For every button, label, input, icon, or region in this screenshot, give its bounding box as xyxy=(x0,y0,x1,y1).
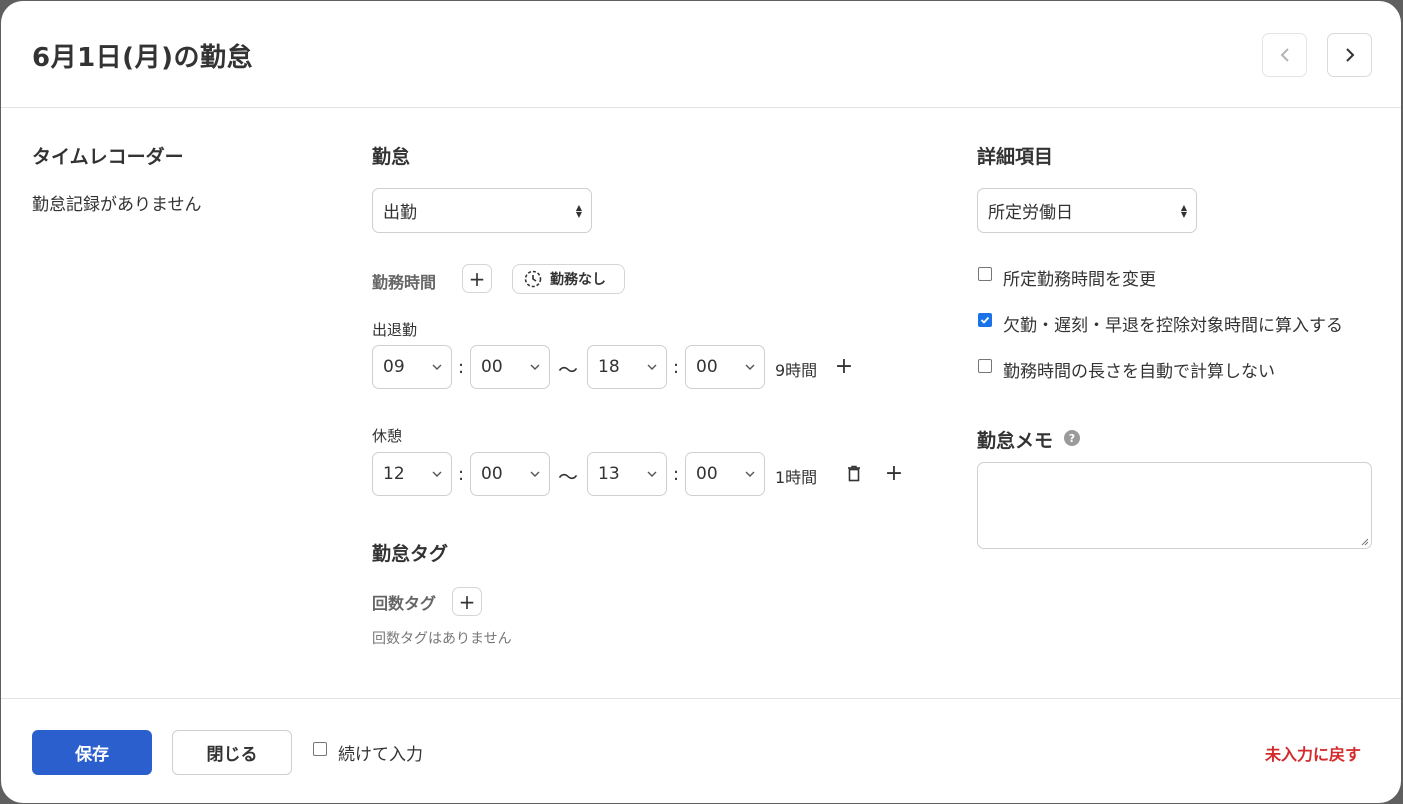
trash-icon xyxy=(848,465,860,482)
attendance-type-select[interactable]: 出勤 ▲ ▼ xyxy=(372,188,592,233)
plus-icon: + xyxy=(884,461,904,486)
no-auto-calc-label: 勤務時間の長さを自動で計算しない xyxy=(1003,362,1275,382)
memo-textarea[interactable] xyxy=(977,462,1372,549)
prev-day-button[interactable] xyxy=(1262,33,1307,77)
work-duration: 9時間 xyxy=(775,361,818,380)
range-tilde: ～ xyxy=(558,358,578,382)
modal-header: 6月1日(月)の勤怠 xyxy=(1,1,1401,108)
page-title: 6月1日(月)の勤怠 xyxy=(32,43,253,73)
chevron-down-icon xyxy=(530,364,540,370)
chevron-down-icon xyxy=(647,471,657,477)
time-colon: : xyxy=(458,464,465,485)
select-arrows-icon: ▲ ▼ xyxy=(1180,202,1187,219)
day-type-select[interactable]: 所定労働日 ▲ ▼ xyxy=(977,188,1197,233)
question-circle-icon[interactable]: ? xyxy=(1064,430,1080,446)
next-day-button[interactable] xyxy=(1327,33,1372,77)
resize-handle-icon[interactable] xyxy=(1359,536,1369,546)
timerecorder-empty-text: 勤怠記録がありません xyxy=(32,195,202,215)
break-start-minute-select[interactable]: 00 xyxy=(470,452,550,496)
break-label: 休憩 xyxy=(372,427,403,445)
clock-in-minute-value: 00 xyxy=(481,357,503,377)
chevron-left-icon xyxy=(1280,48,1289,62)
add-work-time-button[interactable]: + xyxy=(462,264,492,293)
add-break-button[interactable]: + xyxy=(834,354,854,379)
chevron-down-icon xyxy=(432,364,442,370)
clock-out-hour-value: 18 xyxy=(598,357,620,377)
no-work-button[interactable]: 勤務なし xyxy=(512,264,625,294)
break-end-hour-select[interactable]: 13 xyxy=(587,452,667,496)
chevron-down-icon xyxy=(745,471,755,477)
select-arrows-icon: ▲ ▼ xyxy=(575,202,582,219)
break-duration: 1時間 xyxy=(775,468,818,487)
no-work-label: 勤務なし xyxy=(550,272,606,288)
count-tag-empty-text: 回数タグはありません xyxy=(372,631,512,647)
add-count-tag-button[interactable]: + xyxy=(452,587,482,616)
checkmark-icon xyxy=(980,316,990,324)
modal-footer: 保存 閉じる 続けて入力 未入力に戻す xyxy=(1,698,1401,803)
chevron-down-icon xyxy=(432,471,442,477)
plus-icon: + xyxy=(468,266,486,291)
clock-in-out-label: 出退勤 xyxy=(372,321,418,339)
save-button[interactable]: 保存 xyxy=(32,730,152,775)
memo-title: 勤怠メモ xyxy=(977,430,1054,452)
day-type-value: 所定労働日 xyxy=(988,203,1073,223)
time-colon: : xyxy=(673,464,680,485)
break-start-hour-select[interactable]: 12 xyxy=(372,452,452,496)
clock-out-minute-value: 00 xyxy=(696,357,718,377)
clock-in-hour-value: 09 xyxy=(383,357,405,377)
plus-icon: + xyxy=(834,354,854,379)
no-auto-calc-checkbox[interactable] xyxy=(978,359,992,373)
attendance-modal: 6月1日(月)の勤怠 タイムレコーダー 勤怠記録がありません 勤怠 出勤 ▲ ▼ … xyxy=(1,1,1401,803)
range-tilde: ～ xyxy=(558,465,578,489)
deduction-inclusion-label: 欠勤・遅刻・早退を控除対象時間に算入する xyxy=(1003,316,1343,336)
attendance-tags-title: 勤怠タグ xyxy=(372,543,449,565)
close-button[interactable]: 閉じる xyxy=(172,730,292,775)
clock-icon xyxy=(524,270,542,288)
add-break-row-button[interactable]: + xyxy=(884,461,904,486)
break-start-minute-value: 00 xyxy=(481,464,503,484)
delete-break-button[interactable] xyxy=(847,465,861,486)
chevron-down-icon xyxy=(530,471,540,477)
chevron-down-icon xyxy=(745,364,755,370)
deduction-inclusion-checkbox[interactable] xyxy=(978,313,992,327)
continue-input-checkbox[interactable] xyxy=(313,742,327,756)
time-colon: : xyxy=(673,357,680,378)
clock-out-hour-select[interactable]: 18 xyxy=(587,345,667,389)
change-scheduled-hours-label: 所定勤務時間を変更 xyxy=(1003,270,1156,290)
reset-to-empty-link[interactable]: 未入力に戻す xyxy=(1265,741,1361,765)
chevron-right-icon xyxy=(1345,48,1354,62)
change-scheduled-hours-checkbox[interactable] xyxy=(978,267,992,281)
timerecorder-title: タイムレコーダー xyxy=(32,146,184,168)
break-start-hour-value: 12 xyxy=(383,464,405,484)
details-title: 詳細項目 xyxy=(977,146,1054,168)
time-colon: : xyxy=(458,357,465,378)
break-end-minute-select[interactable]: 00 xyxy=(685,452,765,496)
clock-in-hour-select[interactable]: 09 xyxy=(372,345,452,389)
attendance-type-value: 出勤 xyxy=(383,203,417,223)
clock-out-minute-select[interactable]: 00 xyxy=(685,345,765,389)
work-time-label: 勤務時間 xyxy=(372,273,437,292)
clock-in-minute-select[interactable]: 00 xyxy=(470,345,550,389)
count-tag-label: 回数タグ xyxy=(372,594,437,613)
plus-icon: + xyxy=(458,589,476,614)
attendance-title: 勤怠 xyxy=(372,146,411,168)
continue-input-label: 続けて入力 xyxy=(338,745,423,765)
chevron-down-icon xyxy=(647,364,657,370)
break-end-minute-value: 00 xyxy=(696,464,718,484)
break-end-hour-value: 13 xyxy=(598,464,620,484)
